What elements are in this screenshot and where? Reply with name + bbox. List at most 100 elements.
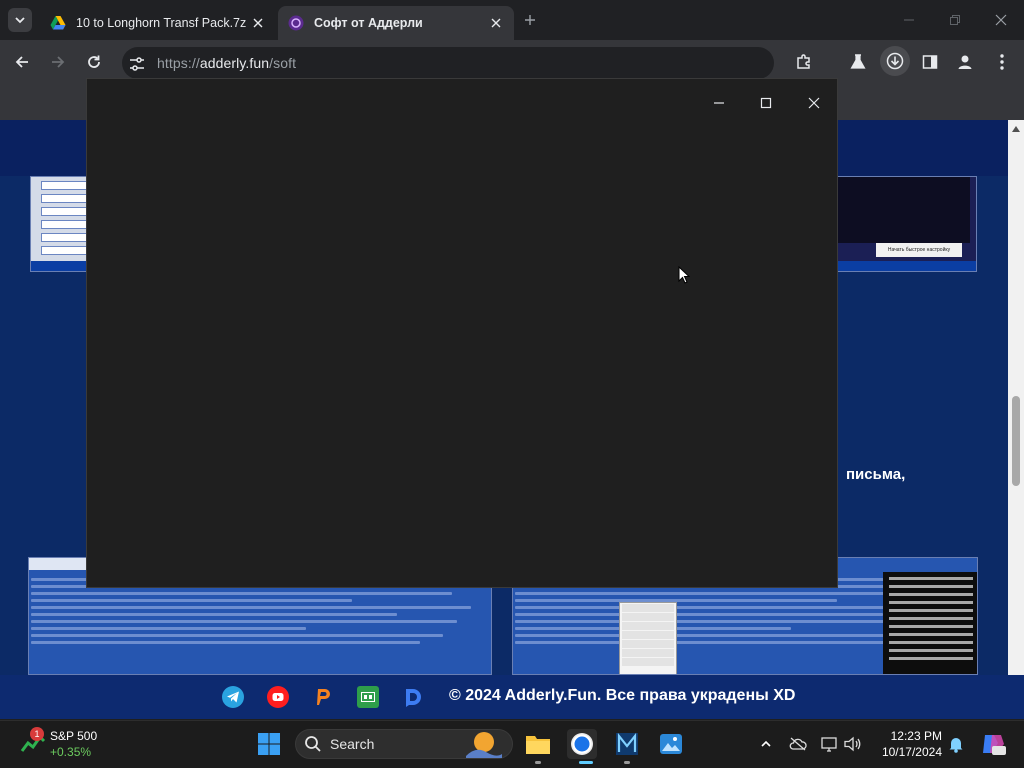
chrome-taskbar-button[interactable]	[567, 729, 597, 759]
extensions-button[interactable]	[792, 50, 816, 74]
downloads-button[interactable]	[880, 46, 910, 76]
speaker-icon	[844, 736, 861, 752]
url-path: /soft	[269, 55, 297, 71]
widget-stock-change[interactable]: +0.35%	[50, 745, 91, 759]
boosty-icon[interactable]	[312, 686, 334, 708]
menu-row	[41, 220, 89, 229]
text-line	[515, 592, 939, 595]
copilot-button[interactable]	[980, 731, 1006, 757]
onedrive-tray-button[interactable]	[788, 734, 808, 754]
menu-row	[622, 622, 674, 630]
telegram-icon[interactable]	[222, 686, 244, 708]
page-scrollbar[interactable]	[1008, 120, 1024, 719]
clock-date[interactable]: 10/17/2024	[872, 745, 942, 759]
labs-button[interactable]	[846, 50, 870, 74]
text-line	[515, 634, 929, 637]
start-button[interactable]	[254, 729, 284, 759]
text-line	[889, 641, 973, 644]
volume-tray-button[interactable]	[843, 734, 863, 754]
menu-row	[622, 658, 674, 666]
section-heading-partial: письма,	[846, 466, 906, 483]
window-restore-button[interactable]	[942, 8, 968, 32]
popup-maximize-button[interactable]	[754, 91, 778, 115]
popup-window[interactable]	[86, 78, 838, 588]
popup-close-button[interactable]	[802, 91, 826, 115]
forward-button[interactable]	[46, 50, 70, 74]
preview-dark-area	[836, 177, 970, 243]
widget-stock-name[interactable]: S&P 500	[50, 729, 97, 743]
url-scheme: https://	[157, 55, 200, 71]
windows-logo-icon	[258, 733, 280, 755]
mouse-cursor-icon	[678, 266, 690, 284]
search-icon	[305, 736, 321, 752]
arrow-left-icon	[15, 56, 28, 68]
maximize-icon	[760, 97, 772, 109]
tab-longhorn-pack[interactable]: 10 to Longhorn Transf Pack.7z	[40, 6, 276, 40]
minimize-icon	[904, 19, 914, 21]
network-icon	[821, 737, 837, 752]
browser-menu-button[interactable]	[990, 50, 1014, 74]
clock-time[interactable]: 12:23 PM	[890, 729, 942, 743]
photos-icon	[660, 734, 682, 754]
network-tray-button[interactable]	[820, 734, 840, 754]
back-button[interactable]	[10, 50, 34, 74]
notifications-button[interactable]	[946, 734, 966, 754]
menu-row	[622, 649, 674, 657]
popup-minimize-button[interactable]	[707, 91, 731, 115]
text-line	[889, 625, 973, 628]
text-line	[515, 641, 906, 644]
tab-search-button[interactable]	[8, 8, 32, 32]
preview-text-lines	[31, 578, 489, 648]
text-line	[889, 577, 973, 580]
url-host: adderly.fun	[199, 55, 270, 71]
side-panel-button[interactable]	[918, 50, 942, 74]
bell-icon	[949, 738, 963, 753]
new-tab-button[interactable]	[520, 10, 540, 30]
donationalerts-icon[interactable]	[402, 686, 424, 708]
tune-icon	[130, 57, 144, 71]
menu-row	[622, 631, 674, 639]
chevron-down-icon	[15, 17, 25, 24]
reload-icon	[88, 55, 100, 68]
copilot-pre-icon	[983, 735, 1006, 755]
menu-row	[622, 604, 674, 612]
download-icon	[886, 52, 904, 70]
side-panel-icon	[922, 55, 938, 69]
search-highlight-icon	[466, 732, 502, 758]
browser-tabstrip: 10 to Longhorn Transf Pack.7z Софт от Ад…	[0, 0, 1024, 40]
gamejolt-icon[interactable]	[357, 686, 379, 708]
flask-icon	[850, 54, 866, 69]
menu-row	[41, 194, 89, 203]
preview-bar	[836, 261, 976, 271]
minimize-icon	[714, 102, 724, 104]
reload-button[interactable]	[82, 50, 106, 74]
youtube-icon[interactable]	[267, 686, 289, 708]
file-explorer-button[interactable]	[523, 729, 553, 759]
tab-adderly-soft[interactable]: Софт от Аддерли	[278, 6, 514, 40]
menu-row	[41, 246, 89, 255]
photos-taskbar-button[interactable]	[656, 729, 686, 759]
plus-icon	[525, 15, 535, 25]
show-hidden-icons-button[interactable]	[756, 734, 776, 754]
boosty-logo-icon	[317, 689, 330, 705]
close-tab-icon[interactable]	[250, 15, 266, 31]
window-minimize-button[interactable]	[896, 8, 922, 32]
chevron-up-icon	[761, 740, 771, 747]
adderly-logo-icon	[288, 15, 304, 31]
text-line	[31, 599, 352, 602]
text-line	[31, 606, 471, 609]
puzzle-icon	[797, 54, 810, 69]
scrollbar-thumb[interactable]	[1012, 396, 1020, 486]
scroll-up-icon[interactable]	[1012, 126, 1020, 132]
profile-button[interactable]	[953, 50, 977, 74]
site-info-button[interactable]	[128, 55, 146, 73]
close-icon	[995, 14, 1007, 26]
app-taskbar-button[interactable]	[612, 729, 642, 759]
restore-icon	[950, 15, 960, 25]
text-line	[31, 634, 444, 637]
window-close-button[interactable]	[988, 8, 1014, 32]
text-line	[889, 593, 973, 596]
text-line	[31, 620, 457, 623]
cloud-offline-icon	[789, 737, 807, 751]
close-tab-icon[interactable]	[488, 15, 504, 31]
